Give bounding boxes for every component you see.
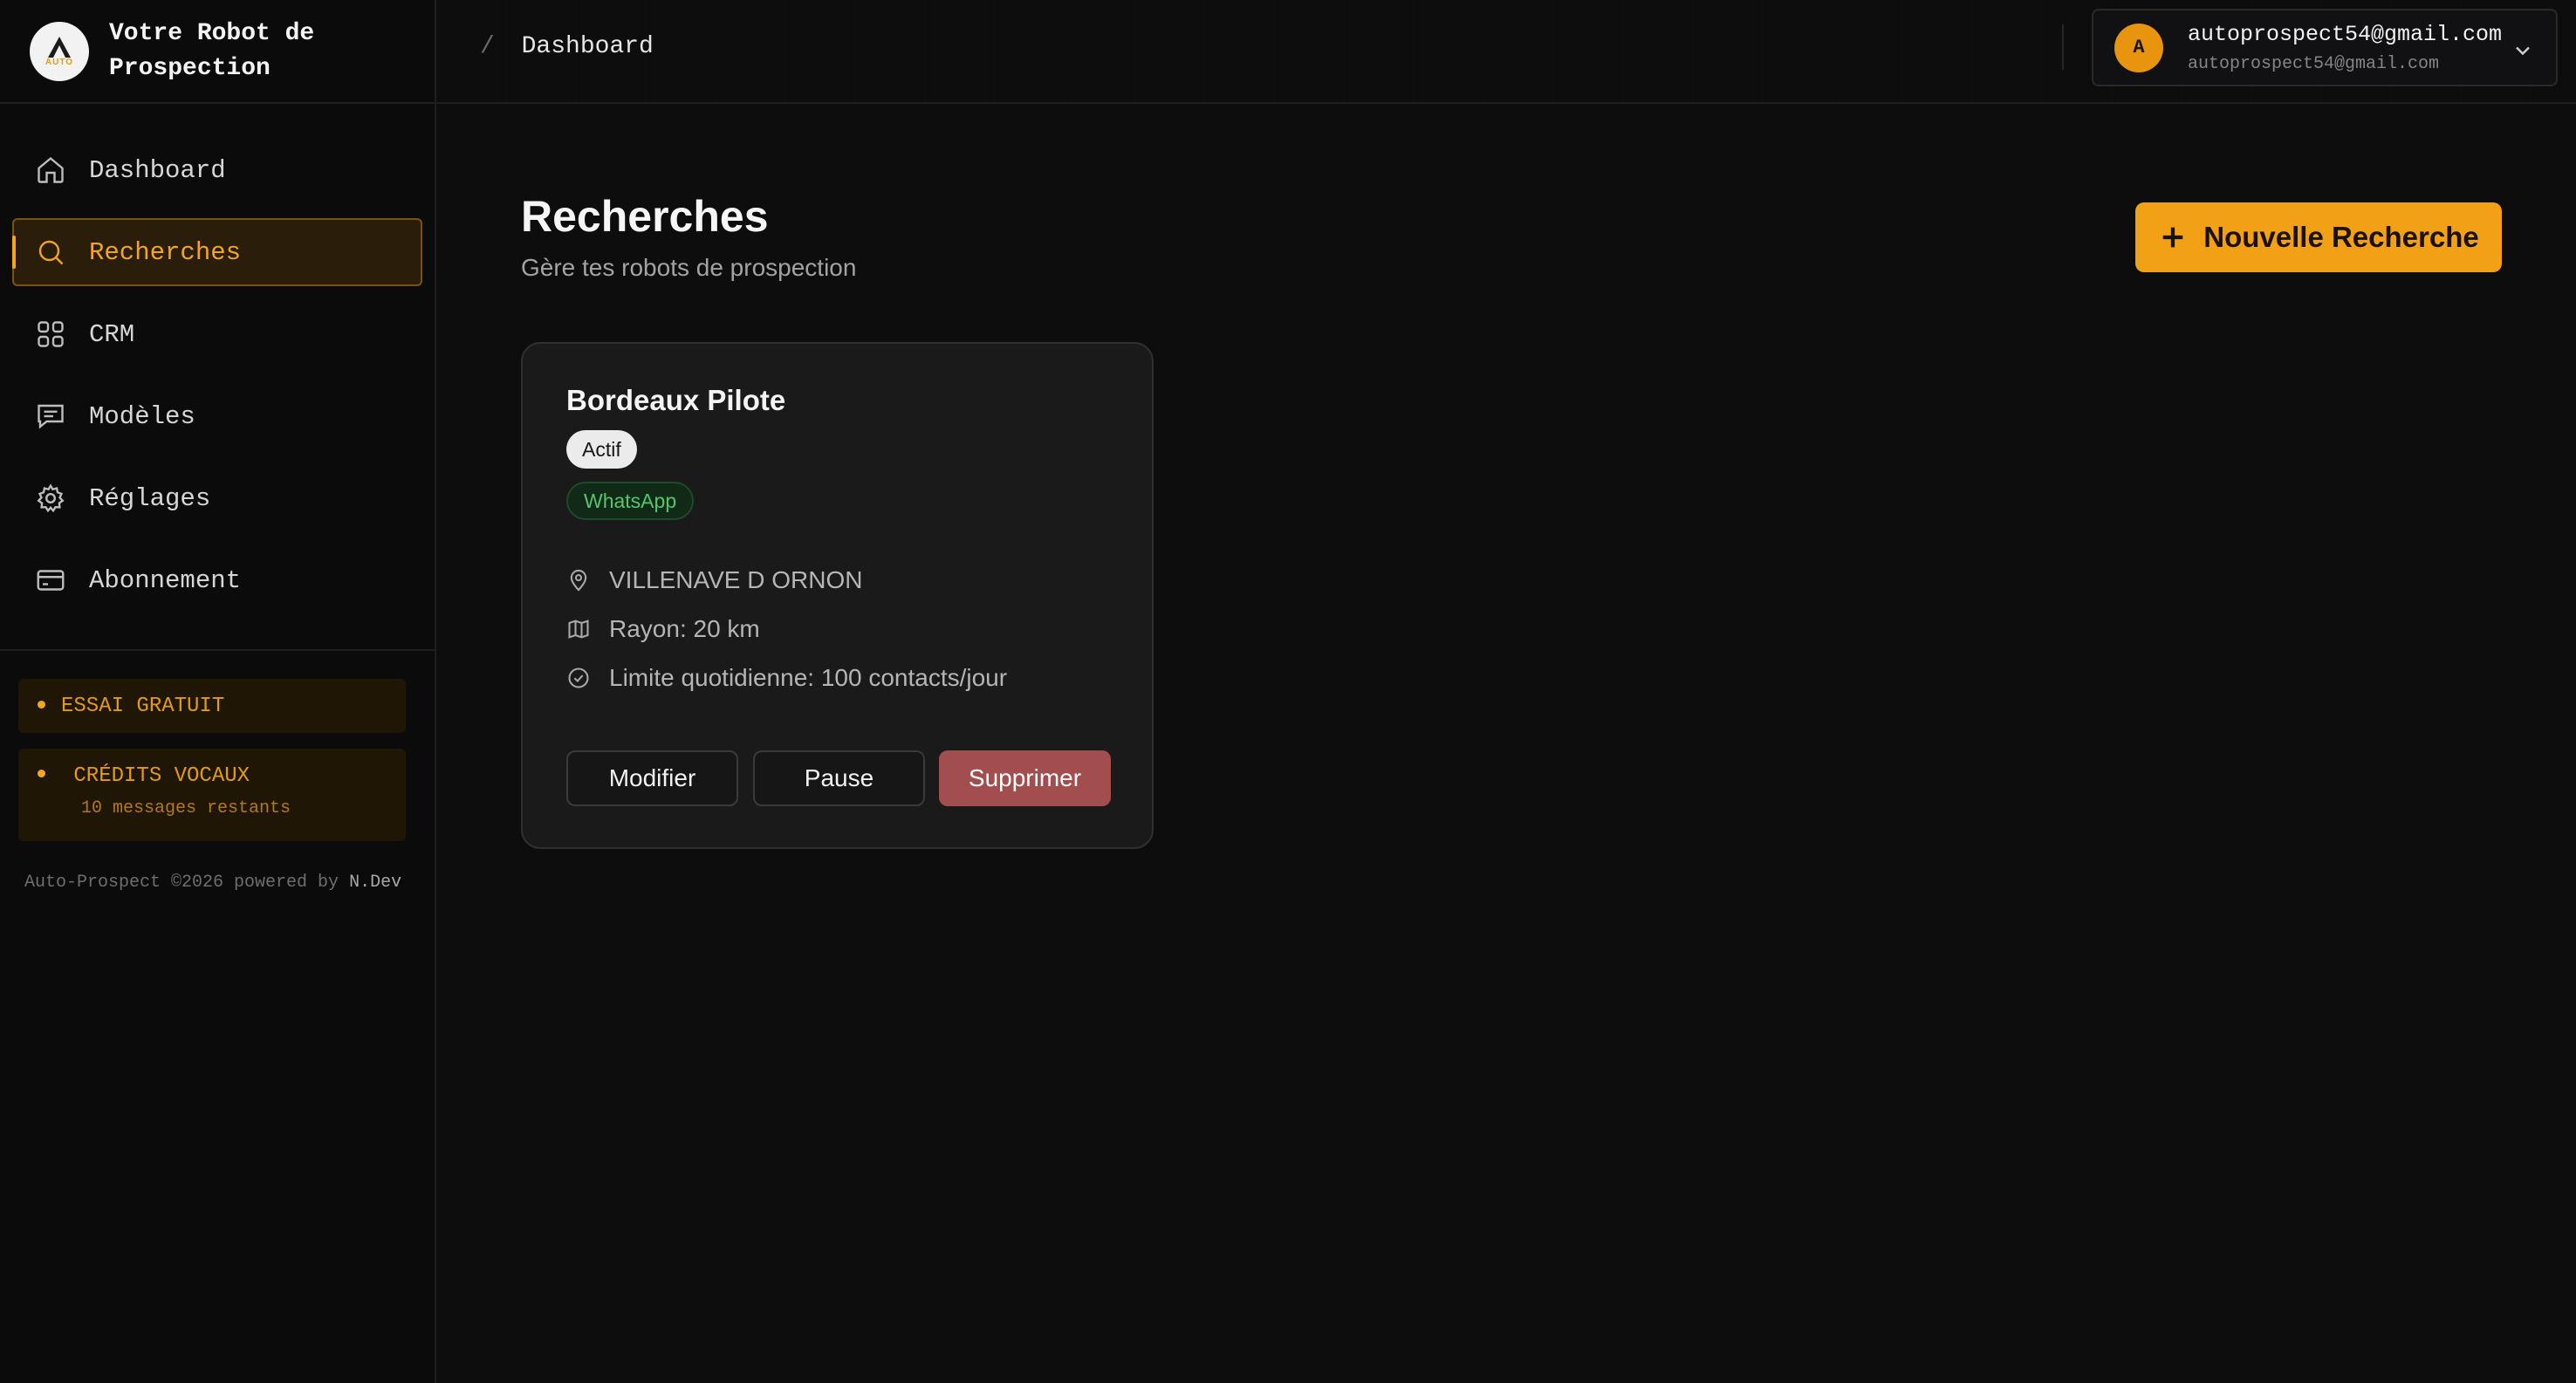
credits-label: CRÉDITS VOCAUX — [73, 764, 250, 788]
sidebar-item-label: Réglages — [89, 483, 211, 513]
sidebar-item-abonnement[interactable]: Abonnement — [12, 546, 422, 614]
map-pin-icon — [570, 569, 587, 592]
logo-text: AUTO — [45, 58, 74, 67]
sidebar: AUTO Votre Robot de Prospection Dashboar… — [0, 0, 436, 1383]
trial-badge[interactable]: ESSAI GRATUIT — [18, 679, 406, 733]
delete-button[interactable]: Supprimer — [939, 750, 1111, 806]
voice-credits-panel[interactable]: CRÉDITS VOCAUX 10 messages restants — [18, 749, 406, 841]
brand-title: Votre Robot de Prospection — [109, 19, 315, 82]
footer-prefix: Auto-Prospect ©2026 powered by — [24, 873, 339, 893]
grid-icon — [38, 321, 64, 347]
footer-note: Auto-Prospect ©2026 powered by N.Dev — [24, 873, 435, 893]
new-search-label: Nouvelle Recherche — [2203, 221, 2479, 253]
radius-text: Rayon: 20 km — [609, 615, 760, 642]
sidebar-item-label: Abonnement — [89, 565, 242, 595]
home-icon — [38, 156, 64, 183]
sidebar-item-label: Dashboard — [89, 155, 226, 185]
breadcrumb-current[interactable]: Dashboard — [522, 33, 654, 60]
status-dot-icon — [38, 700, 45, 709]
pause-button[interactable]: Pause — [753, 750, 925, 806]
brand[interactable]: AUTO Votre Robot de Prospection — [0, 0, 435, 104]
sidebar-item-modeles[interactable]: Modèles — [12, 382, 422, 450]
limit-text: Limite quotidienne: 100 contacts/jour — [609, 664, 1008, 691]
chevron-down-icon — [2516, 46, 2530, 56]
credits-remaining: 10 messages restants — [81, 798, 291, 818]
sidebar-divider — [0, 649, 435, 651]
location-text: VILLENAVE D ORNON — [609, 566, 863, 593]
breadcrumb: / Dashboard — [480, 33, 654, 60]
logo: AUTO — [30, 21, 89, 81]
sidebar-item-recherches[interactable]: Recherches — [12, 218, 422, 286]
topbar: / Dashboard A autoprospect54@gmail.com a… — [436, 0, 2576, 104]
search-card[interactable]: Bordeaux Pilote Actif WhatsApp VILLENAVE… — [521, 342, 1154, 849]
user-email: autoprospect54@gmail.com — [2188, 53, 2440, 74]
radius-row: Rayon: 20 km — [566, 615, 760, 643]
footer-brand-link[interactable]: N.Dev — [349, 873, 401, 893]
sidebar-nav: Dashboard Recherches CRM Modèles Réglage… — [0, 104, 435, 614]
status-dot-icon — [38, 770, 45, 778]
sidebar-item-dashboard[interactable]: Dashboard — [12, 136, 422, 204]
page-title: Recherches — [521, 192, 769, 241]
sidebar-item-reglages[interactable]: Réglages — [12, 464, 422, 532]
new-search-button[interactable]: Nouvelle Recherche — [2135, 202, 2502, 272]
trial-label: ESSAI GRATUIT — [61, 694, 225, 718]
sidebar-item-label: CRM — [89, 319, 135, 349]
page-subtitle: Gère tes robots de prospection — [521, 254, 857, 281]
search-icon — [38, 240, 64, 265]
sidebar-item-crm[interactable]: CRM — [12, 300, 422, 368]
edit-button[interactable]: Modifier — [566, 750, 738, 806]
breadcrumb-separator: / — [480, 33, 495, 60]
main-content: Recherches Gère tes robots de prospectio… — [436, 106, 2576, 1383]
status-badge: Actif — [566, 430, 637, 469]
map-icon — [568, 620, 589, 639]
card-title: Bordeaux Pilote — [566, 384, 786, 416]
sidebar-item-label: Recherches — [89, 237, 242, 267]
credit-card-icon — [37, 570, 65, 591]
user-menu-button[interactable]: A autoprospect54@gmail.com autoprospect5… — [2092, 9, 2558, 86]
location-row: VILLENAVE D ORNON — [566, 566, 862, 594]
user-name: autoprospect54@gmail.com — [2188, 21, 2503, 47]
plus-icon — [2162, 227, 2183, 248]
limit-row: Limite quotidienne: 100 contacts/jour — [566, 664, 1007, 692]
avatar: A — [2114, 23, 2163, 72]
channel-badge: WhatsApp — [566, 482, 695, 520]
gear-icon — [37, 483, 65, 513]
logo-a-icon — [48, 37, 71, 58]
message-icon — [38, 404, 64, 429]
header-divider — [2062, 24, 2064, 70]
sidebar-item-label: Modèles — [89, 401, 195, 431]
user-info: autoprospect54@gmail.com autoprospect54@… — [2188, 22, 2502, 74]
check-circle-icon — [568, 668, 589, 688]
